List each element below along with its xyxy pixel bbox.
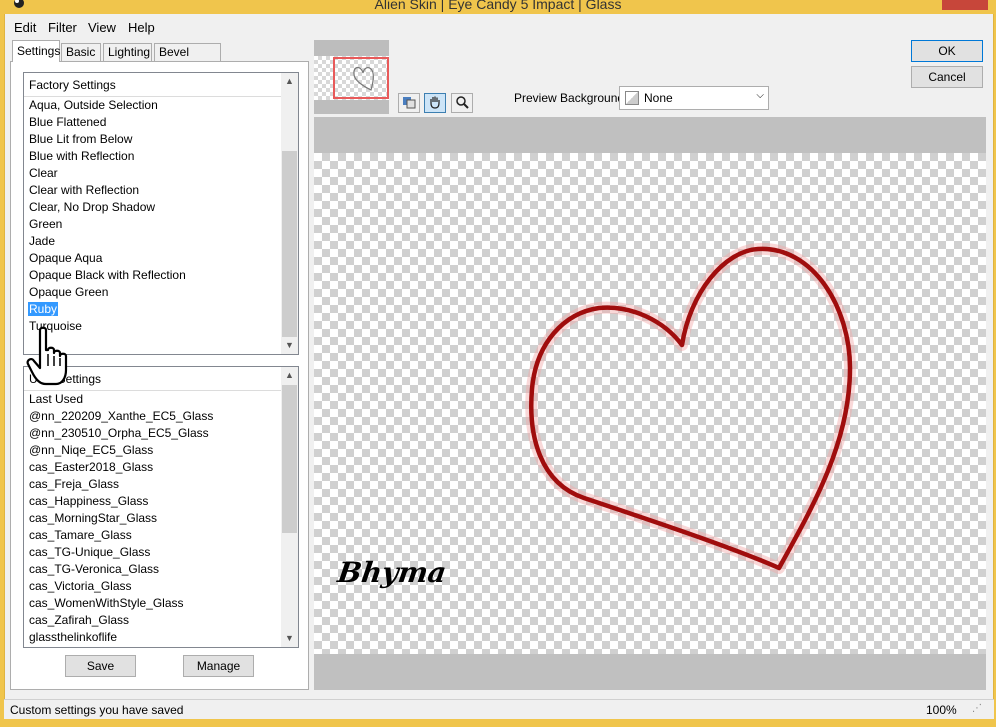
list-item[interactable]: cas_MorningStar_Glass [24,510,282,527]
list-item[interactable]: Opaque Black with Reflection [24,267,282,284]
list-item[interactable]: cas_TG-Veronica_Glass [24,561,282,578]
list-item[interactable]: Blue Flattened [24,114,282,131]
manage-button[interactable]: Manage [183,655,254,677]
thumbnail-heart-icon [353,66,374,91]
user-list-scrollbar[interactable]: ▲ ▼ [281,367,298,647]
hand-icon[interactable] [424,93,446,113]
list-item[interactable]: Clear [24,165,282,182]
cancel-button[interactable]: Cancel [911,66,983,88]
preview-background-value: None [644,91,673,105]
scroll-up-icon[interactable]: ▲ [281,367,298,384]
list-item[interactable]: cas_Happiness_Glass [24,493,282,510]
menu-view[interactable]: View [88,20,116,35]
tab-basic[interactable]: Basic [61,43,101,61]
list-item[interactable]: Clear, No Drop Shadow [24,199,282,216]
window-title: Alien Skin | Eye Candy 5 Impact | Glass [374,0,622,12]
zoom-icon[interactable] [451,93,473,113]
list-item[interactable]: Aqua, Outside Selection [24,97,282,114]
close-window-button[interactable] [942,0,988,10]
list-item[interactable]: cas_Freja_Glass [24,476,282,493]
status-text: Custom settings you have saved [10,703,184,717]
list-item[interactable]: @nn_230510_Orpha_EC5_Glass [24,425,282,442]
list-item[interactable]: Jade [24,233,282,250]
list-item[interactable]: @nn_220209_Xanthe_EC5_Glass [24,408,282,425]
list-item[interactable]: cas_WomenWithStyle_Glass [24,595,282,612]
scroll-up-icon[interactable]: ▲ [281,73,298,90]
menu-bar: Edit Filter View Help [4,17,994,37]
list-item-selected[interactable]: Ruby [24,301,282,318]
tab-bevel-profile[interactable]: Bevel Profile [154,43,221,75]
user-settings-items: Last Used @nn_220209_Xanthe_EC5_Glass @n… [24,391,282,646]
menu-help[interactable]: Help [128,20,155,35]
resize-grip-icon[interactable]: ⋰ [972,703,982,714]
chevron-down-icon[interactable]: ⌵ [756,90,764,101]
preview-background-label: Preview Background: [514,91,628,105]
hand-cursor-icon [26,326,68,386]
save-button[interactable]: Save [65,655,136,677]
list-item[interactable]: Blue Lit from Below [24,131,282,148]
list-item[interactable]: cas_Victoria_Glass [24,578,282,595]
factory-settings-items: Aqua, Outside Selection Blue Flattened B… [24,97,282,335]
menu-filter[interactable]: Filter [48,20,77,35]
list-item[interactable]: Opaque Aqua [24,250,282,267]
factory-settings-list[interactable]: Factory Settings Aqua, Outside Selection… [23,72,299,355]
background-swatch-icon [625,91,639,105]
navigator-view-frame[interactable] [333,57,389,99]
scroll-thumb[interactable] [282,151,297,337]
zoom-level: 100% [926,703,957,717]
compare-icon[interactable] [398,93,420,113]
preview-background-select[interactable]: None ⌵ [619,86,769,110]
list-item[interactable]: cas_Easter2018_Glass [24,459,282,476]
list-item[interactable]: @nn_Niqe_EC5_Glass [24,442,282,459]
list-item[interactable]: Last Used [24,391,282,408]
list-item[interactable]: cas_Tamare_Glass [24,527,282,544]
list-item[interactable]: cas_TG-Unique_Glass [24,544,282,561]
user-settings-list[interactable]: User Settings Last Used @nn_220209_Xanth… [23,366,299,648]
list-item[interactable]: Blue with Reflection [24,148,282,165]
tab-lighting[interactable]: Lighting [103,43,152,61]
ok-button[interactable]: OK [911,40,983,62]
menu-edit[interactable]: Edit [14,20,36,35]
scroll-down-icon[interactable]: ▼ [281,630,298,647]
scroll-down-icon[interactable]: ▼ [281,337,298,354]
list-item[interactable]: glassthelinkoflife [24,629,282,646]
tab-settings[interactable]: Settings [12,40,60,62]
factory-list-scrollbar[interactable]: ▲ ▼ [281,73,298,354]
list-item[interactable]: Green [24,216,282,233]
factory-settings-header: Factory Settings [24,73,282,97]
watermark-text: Bhyma [335,556,449,589]
list-item[interactable]: cas_Zafirah_Glass [24,612,282,629]
list-item[interactable]: Clear with Reflection [24,182,282,199]
scroll-thumb[interactable] [282,385,297,533]
list-item[interactable]: Opaque Green [24,284,282,301]
